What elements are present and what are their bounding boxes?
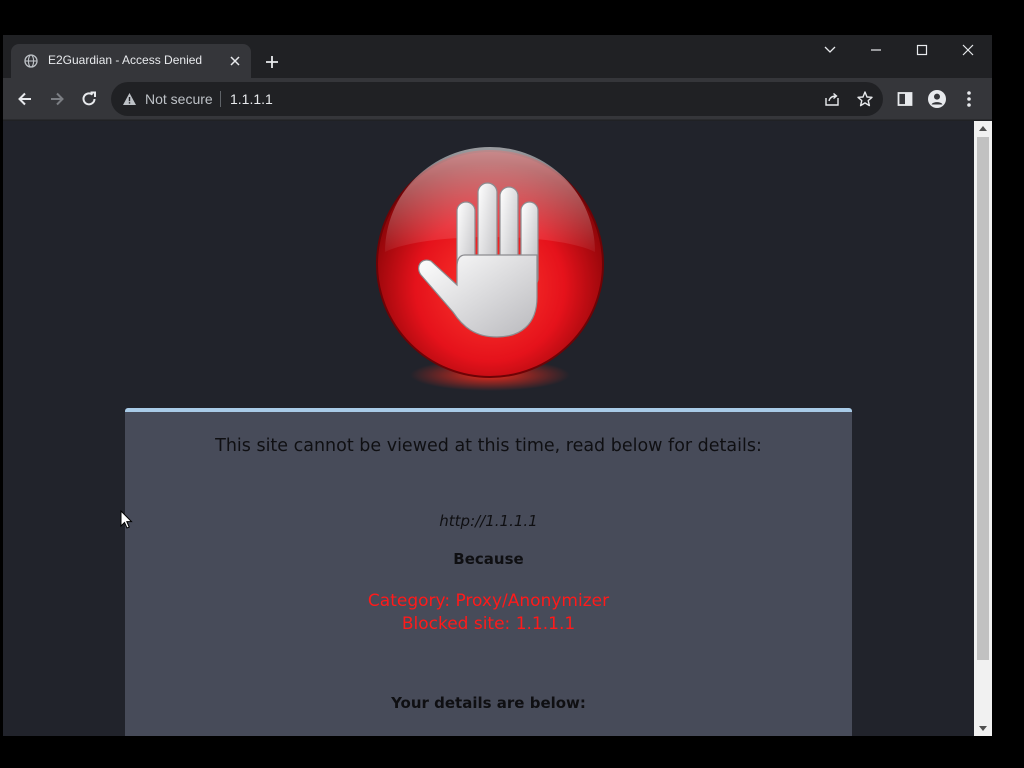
share-icon[interactable] [823,90,841,108]
page-viewport: This site cannot be viewed at this time,… [3,121,974,736]
because-label: Because [453,550,524,568]
vertical-scrollbar[interactable] [974,121,992,736]
block-reason: Category: Proxy/Anonymizer Blocked site:… [125,590,852,636]
menu-button[interactable] [957,87,981,111]
blocked-url: http://1.1.1.1 [439,512,538,530]
page-headline: This site cannot be viewed at this time,… [215,436,762,456]
tab-title: E2Guardian - Access Denied [48,53,203,67]
browser-window: E2Guardian - Access Denied Not secure 1.… [3,35,992,736]
forward-button[interactable] [45,87,69,111]
profile-icon [928,90,946,108]
forward-icon [51,92,64,106]
reason-blocked-site: Blocked site: 1.1.1.1 [401,614,576,634]
stop-hand-icon [376,147,604,391]
reload-icon [82,91,96,106]
plus-icon[interactable] [261,51,283,73]
warning-icon[interactable] [122,92,137,106]
address-bar[interactable]: Not secure 1.1.1.1 [111,82,883,116]
title-bar: E2Guardian - Access Denied [3,35,992,78]
block-panel: This site cannot be viewed at this time,… [125,408,852,736]
more-icon [967,91,971,107]
scroll-down-arrow[interactable] [979,726,987,731]
scroll-up-arrow[interactable] [979,126,987,131]
scrollbar-thumb[interactable] [977,137,989,660]
back-icon [18,92,31,106]
profile-button[interactable] [925,87,949,111]
side-panel-icon [897,92,913,106]
url-text[interactable]: 1.1.1.1 [230,91,273,107]
maximize-icon[interactable] [907,39,937,61]
chevron-down-icon[interactable] [815,39,845,61]
close-icon[interactable] [227,53,243,69]
tab-active[interactable]: E2Guardian - Access Denied [11,44,251,78]
omnibox-divider [220,91,221,107]
side-panel-button[interactable] [893,87,917,111]
back-button[interactable] [13,87,37,111]
details-label: Your details are below: [391,694,586,712]
cursor-icon [120,510,133,529]
star-icon[interactable] [856,90,874,108]
toolbar: Not secure 1.1.1.1 [3,78,992,120]
globe-icon [24,54,38,68]
reload-button[interactable] [77,87,101,111]
reason-category: Category: Proxy/Anonymizer [367,591,610,611]
security-label[interactable]: Not secure [145,91,213,107]
minimize-icon[interactable] [861,39,891,61]
window-close-icon[interactable] [953,39,983,61]
